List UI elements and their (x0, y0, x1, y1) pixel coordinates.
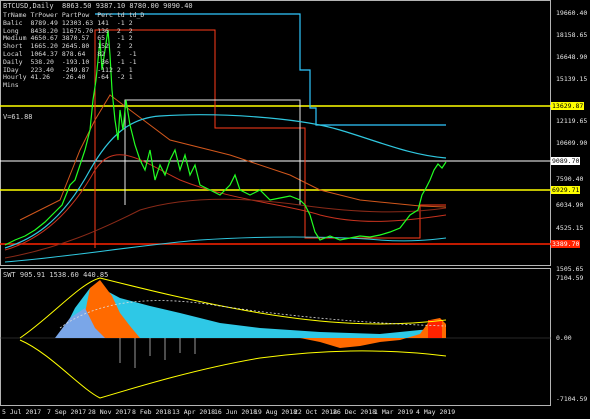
table-cell: 41.26 (30, 73, 51, 82)
price-level-tag: 13629.87 (551, 102, 585, 110)
table-cell: 1 (128, 73, 133, 82)
price-axis-label: 12119.65 (556, 117, 588, 125)
price-axis-label: 18158.65 (556, 31, 588, 39)
date-axis-label: 8 Feb 2018 (132, 408, 172, 416)
price-axis-label: 16648.90 (556, 53, 588, 61)
price-axis-label: 7590.40 (556, 175, 584, 183)
indicator-axis-label: 0.00 (556, 334, 572, 342)
date-axis-label: 13 Apr 2018 (172, 408, 216, 416)
indicator-axis-label: 7104.59 (556, 274, 584, 282)
date-axis-label: 19 Aug 2018 (254, 408, 298, 416)
date-axis-label: 7 Sep 2017 (47, 408, 87, 416)
date-axis-label: 22 Oct 2018 (294, 408, 338, 416)
table-cell: -2 (116, 73, 125, 82)
date-axis-label: 4 May 2019 (416, 408, 456, 416)
price-axis-label: 10609.90 (556, 139, 588, 147)
red-bar (428, 320, 442, 338)
price-axis-label: 6034.90 (556, 201, 584, 209)
date-axis-label: 5 Jul 2017 (2, 408, 42, 416)
date-axis-label: 28 Nov 2017 (88, 408, 132, 416)
price-axis-label: 19660.40 (556, 9, 588, 17)
table-cell: Mins (3, 81, 19, 90)
price-level-tag: 6929.71 (551, 186, 581, 194)
table-row: Hourly 41.26 -26.40 -64 -2 1 (3, 74, 148, 82)
orange-stair-line (19, 94, 447, 221)
price-axis-label: 15139.15 (556, 75, 588, 83)
price-level-tag: 3389.70 (551, 240, 581, 248)
price-axis-label: 4525.15 (556, 224, 584, 232)
table-cell: -64 (97, 73, 109, 82)
table-row: Mins (3, 81, 148, 90)
date-axis-label: 16 Jun 2018 (214, 408, 258, 416)
stats-table: TrName TrPower PartPow Perc td td_D Bali… (3, 11, 148, 90)
ma-long-line (4, 114, 447, 249)
lower-envelope (19, 339, 447, 399)
indicator-title: SWT 905.91 1538.60 440.85 (3, 271, 109, 279)
ma-brown2-line (4, 198, 447, 259)
price-level-tag: 9089.70 (551, 157, 581, 165)
indicator-axis-label: -7104.59 (556, 395, 588, 403)
table-cell: -26.40 (61, 73, 86, 82)
spike-bars (119, 338, 196, 368)
date-axis-label: 1 Mar 2019 (374, 408, 414, 416)
date-axis-label: 26 Dec 2018 (333, 408, 377, 416)
price-axis-label: 1505.65 (556, 265, 584, 273)
volatility-label: V=61.88 (3, 113, 33, 121)
chart-title: BTCUSD,Daily 8863.50 9387.10 8780.00 909… (3, 2, 193, 10)
indicator-canvas (0, 277, 551, 399)
